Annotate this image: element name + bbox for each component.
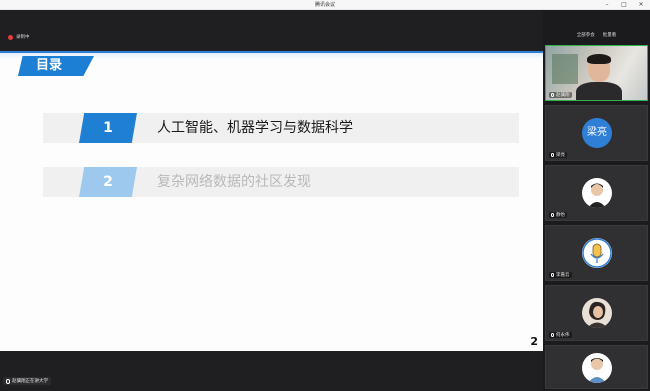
section-title-banner: 目录 [18, 56, 94, 76]
participant-tile[interactable]: 梁亮 梁亮 [545, 105, 648, 161]
window-title-bar: 腾讯会议 – □ ✕ [0, 0, 650, 10]
participant-name: 李嘉云 [556, 273, 570, 278]
participant-video-tile[interactable]: 赵骥翔 [545, 45, 648, 101]
meeting-bottom-bar: 赵骥翔正在讲大学 [0, 351, 543, 391]
participant-avatar [582, 238, 612, 268]
participant-tile[interactable]: 李嘉云 [545, 225, 648, 281]
microphone-icon [551, 273, 554, 277]
speaker-text: 赵骥翔正在讲大学 [12, 379, 48, 384]
participant-avatar [582, 178, 612, 208]
toc-title: 复杂网络数据的社区发现 [157, 174, 311, 190]
tab-batch-view[interactable]: 批量看 [603, 32, 617, 38]
participant-name-tag: 李嘉云 [549, 272, 572, 278]
meeting-toolbar: 录制中 [0, 10, 543, 51]
person-avatar-icon [588, 358, 606, 383]
participant-avatar: 梁亮 [582, 118, 612, 148]
toc-item-1: 1 人工智能、机器学习与数据科学 [43, 113, 519, 143]
participant-name: 静怡 [556, 213, 565, 218]
participant-tile[interactable]: 何永伟 [545, 285, 648, 341]
participant-name-tag: 何永伟 [549, 332, 572, 338]
microphone-avatar-icon [582, 238, 612, 268]
participant-name-tag: 静怡 [549, 212, 567, 218]
participant-name: 赵骥翔 [556, 93, 570, 98]
active-speaker-indicator: 赵骥翔正在讲大学 [3, 377, 51, 385]
recording-label: 录制中 [16, 35, 30, 40]
microphone-icon [551, 333, 554, 337]
participant-name: 梁亮 [556, 153, 565, 158]
microphone-icon [551, 93, 554, 97]
participant-name-tag: 梁亮 [549, 152, 567, 158]
record-icon [8, 34, 13, 40]
participant-tile[interactable] [545, 345, 648, 389]
shared-slide: 目录 1 人工智能、机器学习与数据科学 2 复杂网络数据的社区发现 2 [0, 51, 543, 351]
toc-number-badge: 1 [79, 113, 137, 143]
toc-item-2: 2 复杂网络数据的社区发现 [43, 167, 519, 197]
microphone-icon [551, 153, 554, 157]
minimize-icon[interactable]: – [600, 0, 614, 10]
slide-page-number: 2 [530, 335, 538, 348]
window-title: 腾讯会议 [314, 2, 335, 8]
participant-avatar [582, 298, 612, 328]
person-avatar-icon [588, 183, 606, 208]
participant-name-tag: 赵骥翔 [549, 92, 572, 98]
section-title: 目录 [36, 58, 63, 73]
maximize-icon[interactable]: □ [617, 0, 631, 10]
recording-indicator[interactable]: 录制中 [8, 34, 30, 40]
tab-all-participants[interactable]: 全部参会 [577, 32, 595, 38]
toc-title: 人工智能、机器学习与数据科学 [157, 120, 353, 136]
sidebar-tabs: 全部参会 批量看 [543, 10, 650, 43]
participant-sidebar: 全部参会 批量看 赵骥翔 梁亮 梁亮 静怡 李嘉云 何永伟 [543, 10, 650, 391]
toc-number-badge: 2 [79, 167, 137, 197]
participant-avatar [582, 353, 612, 383]
microphone-icon [6, 378, 10, 384]
microphone-icon [551, 213, 554, 217]
close-icon[interactable]: ✕ [634, 0, 648, 10]
participant-name: 何永伟 [556, 333, 570, 338]
participant-tile[interactable]: 静怡 [545, 165, 648, 221]
person-avatar-icon [587, 301, 608, 328]
